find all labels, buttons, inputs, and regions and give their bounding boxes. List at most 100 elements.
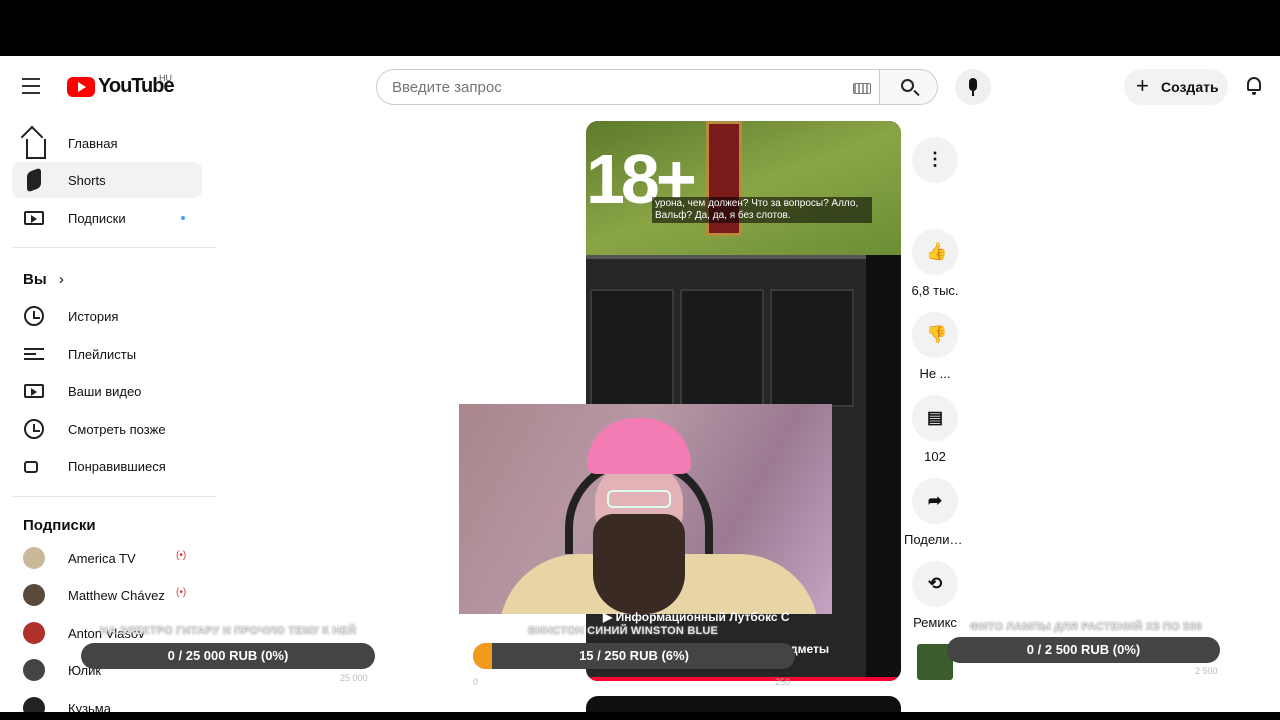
- goal-text: 15 / 250 RUB (6%): [579, 648, 689, 663]
- sidebar-item-label: Ваши видео: [68, 384, 142, 399]
- create-button[interactable]: + Создать: [1124, 69, 1228, 105]
- goal-max: 25 000: [340, 673, 368, 683]
- more-options-button[interactable]: ⋮: [912, 137, 958, 183]
- region-code: HU: [159, 73, 172, 83]
- like-button[interactable]: 👍 6,8 тыс.: [904, 229, 966, 298]
- history-icon: [24, 306, 44, 326]
- mic-icon: [969, 78, 977, 91]
- comment-icon: ▤: [926, 408, 944, 427]
- avatar: [23, 584, 45, 606]
- comment-count: 102: [924, 449, 946, 464]
- goal-max: 250: [775, 677, 791, 687]
- sidebar-channel[interactable]: America TV (•): [12, 540, 202, 576]
- sidebar-item-history[interactable]: История: [12, 298, 202, 334]
- sidebar-item-your-videos[interactable]: Ваши видео: [12, 373, 202, 409]
- shorts-icon: [27, 167, 41, 193]
- search-icon: [901, 79, 914, 92]
- video-subtitle: урона, чем должен? Что за вопросы? Алло,…: [652, 197, 872, 223]
- sidebar-item-playlists[interactable]: Плейлисты: [12, 336, 202, 372]
- goal-title: НА ЭЛЕКТРО ГИТАРУ И ПРОЧУЮ ТЕМУ К НЕЙ: [100, 625, 357, 637]
- inventory-slot: [590, 289, 674, 407]
- sidebar-item-watch-later[interactable]: Смотреть позже: [12, 411, 202, 447]
- goal-min: 0: [473, 677, 479, 687]
- avatar: [23, 697, 45, 712]
- sidebar-item-shorts[interactable]: Shorts: [12, 162, 202, 198]
- youtube-play-icon: [67, 76, 95, 97]
- avatar: [23, 622, 45, 644]
- sidebar-item-label: Плейлисты: [68, 347, 137, 362]
- sidebar-item-liked[interactable]: Понравившиеся: [12, 448, 202, 484]
- remix-label: Ремикс: [913, 615, 957, 630]
- new-content-dot: [181, 216, 185, 220]
- thumbs-up-icon: 👍: [926, 242, 948, 261]
- youtube-page: YouTube HU + Создать Главная Shorts Подп…: [0, 56, 1280, 712]
- thumbs-down-icon: 👎: [926, 325, 948, 344]
- goal-progress-bar: 15 / 250 RUB (6%): [473, 643, 795, 669]
- voice-search-button[interactable]: [955, 69, 991, 105]
- sidebar-item-home[interactable]: Главная: [12, 125, 202, 161]
- video-caption: ▶ Информационный Лутбокс С: [603, 610, 790, 624]
- share-icon: ➦: [927, 491, 943, 510]
- inventory-slot: [770, 289, 854, 407]
- inventory-slot: [680, 289, 764, 407]
- comments-button[interactable]: ▤ 102: [904, 395, 966, 464]
- sidebar-item-label: Главная: [68, 136, 118, 151]
- home-icon: [26, 139, 46, 159]
- subscriptions-icon: [24, 211, 44, 225]
- goal-text: 0 / 2 500 RUB (0%): [1026, 642, 1141, 657]
- divider: [12, 496, 216, 497]
- channel-name: Matthew Chávez: [68, 588, 165, 603]
- chevron-right-icon: ›: [58, 271, 64, 288]
- watch-later-icon: [24, 419, 44, 439]
- masthead: YouTube HU + Создать: [0, 56, 1280, 116]
- you-section-title[interactable]: Вы ›: [23, 271, 64, 288]
- subscriptions-section-title: Подписки: [23, 517, 96, 534]
- youtube-logo[interactable]: YouTube: [67, 75, 175, 98]
- like-count: 6,8 тыс.: [911, 283, 959, 298]
- game-side-panel: [866, 255, 901, 681]
- plus-icon: +: [1136, 73, 1149, 98]
- webcam-overlay: [459, 404, 832, 614]
- sidebar-item-label: Подписки: [68, 211, 126, 226]
- goal-title: ВИНСТОН СИНИЙ WINSTON BLUE: [528, 625, 719, 637]
- search-input[interactable]: [392, 79, 812, 96]
- sidebar-item-label: Понравившиеся: [68, 459, 166, 474]
- glasses: [607, 490, 671, 508]
- video-progress-bar[interactable]: [586, 677, 901, 681]
- goal-progress-bar: 0 / 25 000 RUB (0%): [81, 643, 375, 669]
- sidebar-item-subscriptions[interactable]: Подписки: [12, 200, 202, 236]
- notifications-icon[interactable]: [1244, 76, 1264, 96]
- channel-name: America TV: [68, 551, 136, 566]
- share-label: Поделиться: [904, 532, 966, 547]
- sidebar-item-label: История: [68, 309, 119, 324]
- create-label: Создать: [1161, 79, 1219, 95]
- next-short-preview[interactable]: [586, 696, 901, 712]
- divider: [12, 247, 216, 248]
- remix-button[interactable]: ⟲ Ремикс: [904, 561, 966, 630]
- goal-title: ФИТО ЛАМПЫ ДЛЯ РАСТЕНИЙ X5 ПО 500: [970, 621, 1202, 633]
- live-indicator-icon: (•): [176, 587, 187, 598]
- sidebar-item-label: Смотреть позже: [68, 422, 166, 437]
- menu-icon[interactable]: [22, 78, 46, 96]
- keyboard-icon[interactable]: [853, 83, 871, 94]
- your-videos-icon: [24, 384, 44, 398]
- liked-icon: [24, 461, 38, 473]
- dislike-label: Не ...: [919, 366, 951, 381]
- streamer-beard: [593, 514, 685, 614]
- goal-text: 0 / 25 000 RUB (0%): [167, 648, 289, 663]
- sidebar-channel[interactable]: Matthew Chávez (•): [12, 577, 202, 613]
- share-button[interactable]: ➦ Поделиться: [904, 478, 966, 547]
- search-box: [376, 69, 880, 105]
- search-button[interactable]: [880, 69, 938, 105]
- avatar: [23, 659, 45, 681]
- dislike-button[interactable]: 👎 Не ...: [904, 312, 966, 381]
- sidebar-item-label: Shorts: [68, 173, 106, 188]
- goal-max: 2 500: [1195, 666, 1218, 676]
- video-caption: дметы: [790, 642, 830, 656]
- pink-cap: [587, 418, 691, 474]
- letterbox-bottom: [0, 712, 1280, 720]
- live-indicator-icon: (•): [176, 550, 187, 561]
- streamer: [565, 418, 713, 614]
- avatar: [23, 547, 45, 569]
- sidebar-channel[interactable]: Кузьма: [12, 690, 202, 712]
